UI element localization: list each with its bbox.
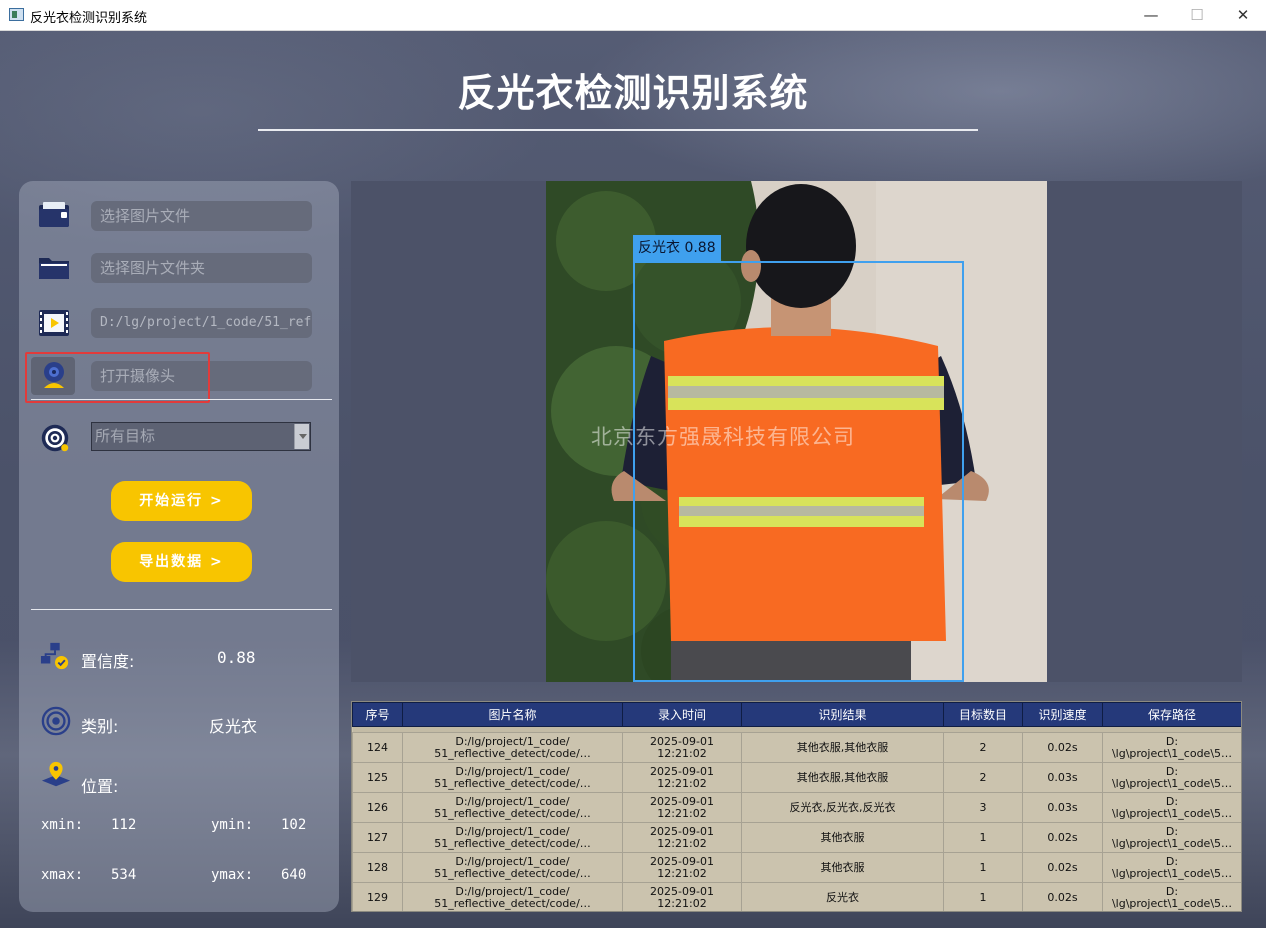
confidence-icon	[40, 642, 69, 670]
col-header-path[interactable]: 保存路径	[1102, 702, 1241, 727]
table-row[interactable]: 124 D:/lg/project/1_code/51_reflective_d…	[352, 732, 1241, 763]
cell-count: 2	[943, 762, 1023, 793]
table-header-row: 序号 图片名称 录入时间 识别结果 目标数目 识别速度 保存路径	[352, 702, 1241, 727]
cell-name: D:/lg/project/1_code/51_reflective_detec…	[402, 822, 623, 853]
ymin-value: 102	[281, 817, 307, 833]
confidence-label: 置信度:	[81, 652, 135, 671]
cell-speed: 0.03s	[1022, 762, 1103, 793]
panel-divider-top	[31, 399, 332, 400]
cell-path: D: \lg\project\1_code\5…	[1102, 882, 1241, 911]
detection-bounding-box	[633, 261, 964, 682]
table-row[interactable]: 128 D:/lg/project/1_code/51_reflective_d…	[352, 852, 1241, 883]
cell-id: 128	[352, 852, 403, 883]
target-select[interactable]: 所有目标	[91, 422, 311, 451]
col-header-count[interactable]: 目标数目	[943, 702, 1023, 727]
cell-name: D:/lg/project/1_code/51_reflective_detec…	[402, 852, 623, 883]
cell-path: D: \lg\project\1_code\5…	[1102, 732, 1241, 763]
class-value: 反光衣	[209, 717, 258, 736]
cell-speed: 0.02s	[1022, 732, 1103, 763]
col-header-time[interactable]: 录入时间	[622, 702, 742, 727]
cell-count: 1	[943, 852, 1023, 883]
cell-result: 其他衣服	[741, 852, 944, 883]
cell-count: 1	[943, 822, 1023, 853]
target-icon	[41, 424, 69, 452]
ymin-label: ymin:	[211, 817, 254, 833]
window-titlebar: 反光衣检测识别系统 — ☐ ✕	[0, 0, 1266, 31]
app-icon	[9, 8, 24, 21]
cell-path: D: \lg\project\1_code\5…	[1102, 762, 1241, 793]
window-title: 反光衣检测识别系统	[30, 11, 148, 26]
panel-divider-bottom	[31, 609, 332, 610]
results-table[interactable]: 序号 图片名称 录入时间 识别结果 目标数目 识别速度 保存路径 124 D:/…	[351, 701, 1242, 912]
cell-path: D: \lg\project\1_code\5…	[1102, 822, 1241, 853]
cell-result: 反光衣,反光衣,反光衣	[741, 792, 944, 823]
chevron-down-icon[interactable]	[294, 424, 309, 449]
cell-id: 124	[352, 732, 403, 763]
ymax-label: ymax:	[211, 867, 254, 883]
cell-name: D:/lg/project/1_code/51_reflective_detec…	[402, 732, 623, 763]
cell-name: D:/lg/project/1_code/51_reflective_detec…	[402, 882, 623, 911]
cell-name: D:/lg/project/1_code/51_reflective_detec…	[402, 762, 623, 793]
maximize-button[interactable]: ☐	[1174, 0, 1220, 31]
position-label: 位置:	[81, 777, 119, 796]
export-button[interactable]: 导出数据 >	[111, 542, 252, 582]
cell-count: 2	[943, 732, 1023, 763]
target-select-value: 所有目标	[95, 427, 156, 445]
col-header-result[interactable]: 识别结果	[741, 702, 944, 727]
table-row[interactable]: 125 D:/lg/project/1_code/51_reflective_d…	[352, 762, 1241, 793]
xmax-label: xmax:	[41, 867, 84, 883]
cell-speed: 0.02s	[1022, 822, 1103, 853]
table-row[interactable]: 127 D:/lg/project/1_code/51_reflective_d…	[352, 822, 1241, 853]
cell-result: 反光衣	[741, 882, 944, 911]
cell-speed: 0.02s	[1022, 882, 1103, 911]
cell-time: 2025-09-01 12:21:02	[622, 882, 742, 911]
col-header-speed[interactable]: 识别速度	[1022, 702, 1103, 727]
cell-time: 2025-09-01 12:21:02	[622, 852, 742, 883]
col-header-id[interactable]: 序号	[352, 702, 403, 727]
table-row[interactable]: 129 D:/lg/project/1_code/51_reflective_d…	[352, 882, 1241, 911]
cell-time: 2025-09-01 12:21:02	[622, 762, 742, 793]
cell-time: 2025-09-01 12:21:02	[622, 792, 742, 823]
confidence-value: 0.88	[217, 648, 256, 667]
cell-name: D:/lg/project/1_code/51_reflective_detec…	[402, 792, 623, 823]
class-label: 类别:	[81, 717, 119, 736]
video-path-input[interactable]: D:/lg/project/1_code/51_reflective_detec…	[91, 308, 312, 338]
cell-speed: 0.03s	[1022, 792, 1103, 823]
cell-id: 125	[352, 762, 403, 793]
cell-path: D: \lg\project\1_code\5…	[1102, 792, 1241, 823]
folder-icon	[39, 258, 69, 279]
class-icon	[41, 706, 71, 736]
image-file-icon	[39, 202, 69, 227]
xmin-value: 112	[111, 817, 137, 833]
page-title: 反光衣检测识别系统	[457, 71, 809, 115]
camera-highlight-box	[25, 352, 210, 403]
cell-id: 129	[352, 882, 403, 911]
cell-time: 2025-09-01 12:21:02	[622, 732, 742, 763]
cell-speed: 0.02s	[1022, 852, 1103, 883]
cell-count: 1	[943, 882, 1023, 911]
xmax-value: 534	[111, 867, 137, 883]
minimize-button[interactable]: —	[1128, 0, 1174, 31]
detection-label: 反光衣 0.88	[633, 235, 721, 261]
cell-path: D: \lg\project\1_code\5…	[1102, 852, 1241, 883]
photo-watermark: 北京东方强晟科技有限公司	[591, 425, 855, 449]
cell-result: 其他衣服,其他衣服	[741, 762, 944, 793]
ymax-value: 640	[281, 867, 307, 883]
cell-time: 2025-09-01 12:21:02	[622, 822, 742, 853]
col-header-name[interactable]: 图片名称	[402, 702, 623, 727]
image-folder-input[interactable]: 选择图片文件夹	[91, 253, 312, 283]
run-button[interactable]: 开始运行 >	[111, 481, 252, 521]
location-pin-icon	[41, 761, 71, 787]
cell-id: 126	[352, 792, 403, 823]
cell-result: 其他衣服	[741, 822, 944, 853]
video-icon	[39, 310, 69, 336]
image-file-input[interactable]: 选择图片文件	[91, 201, 312, 231]
cell-result: 其他衣服,其他衣服	[741, 732, 944, 763]
close-button[interactable]: ✕	[1220, 0, 1266, 31]
cell-count: 3	[943, 792, 1023, 823]
cell-id: 127	[352, 822, 403, 853]
table-row[interactable]: 126 D:/lg/project/1_code/51_reflective_d…	[352, 792, 1241, 823]
xmin-label: xmin:	[41, 817, 84, 833]
title-underline	[258, 129, 978, 131]
